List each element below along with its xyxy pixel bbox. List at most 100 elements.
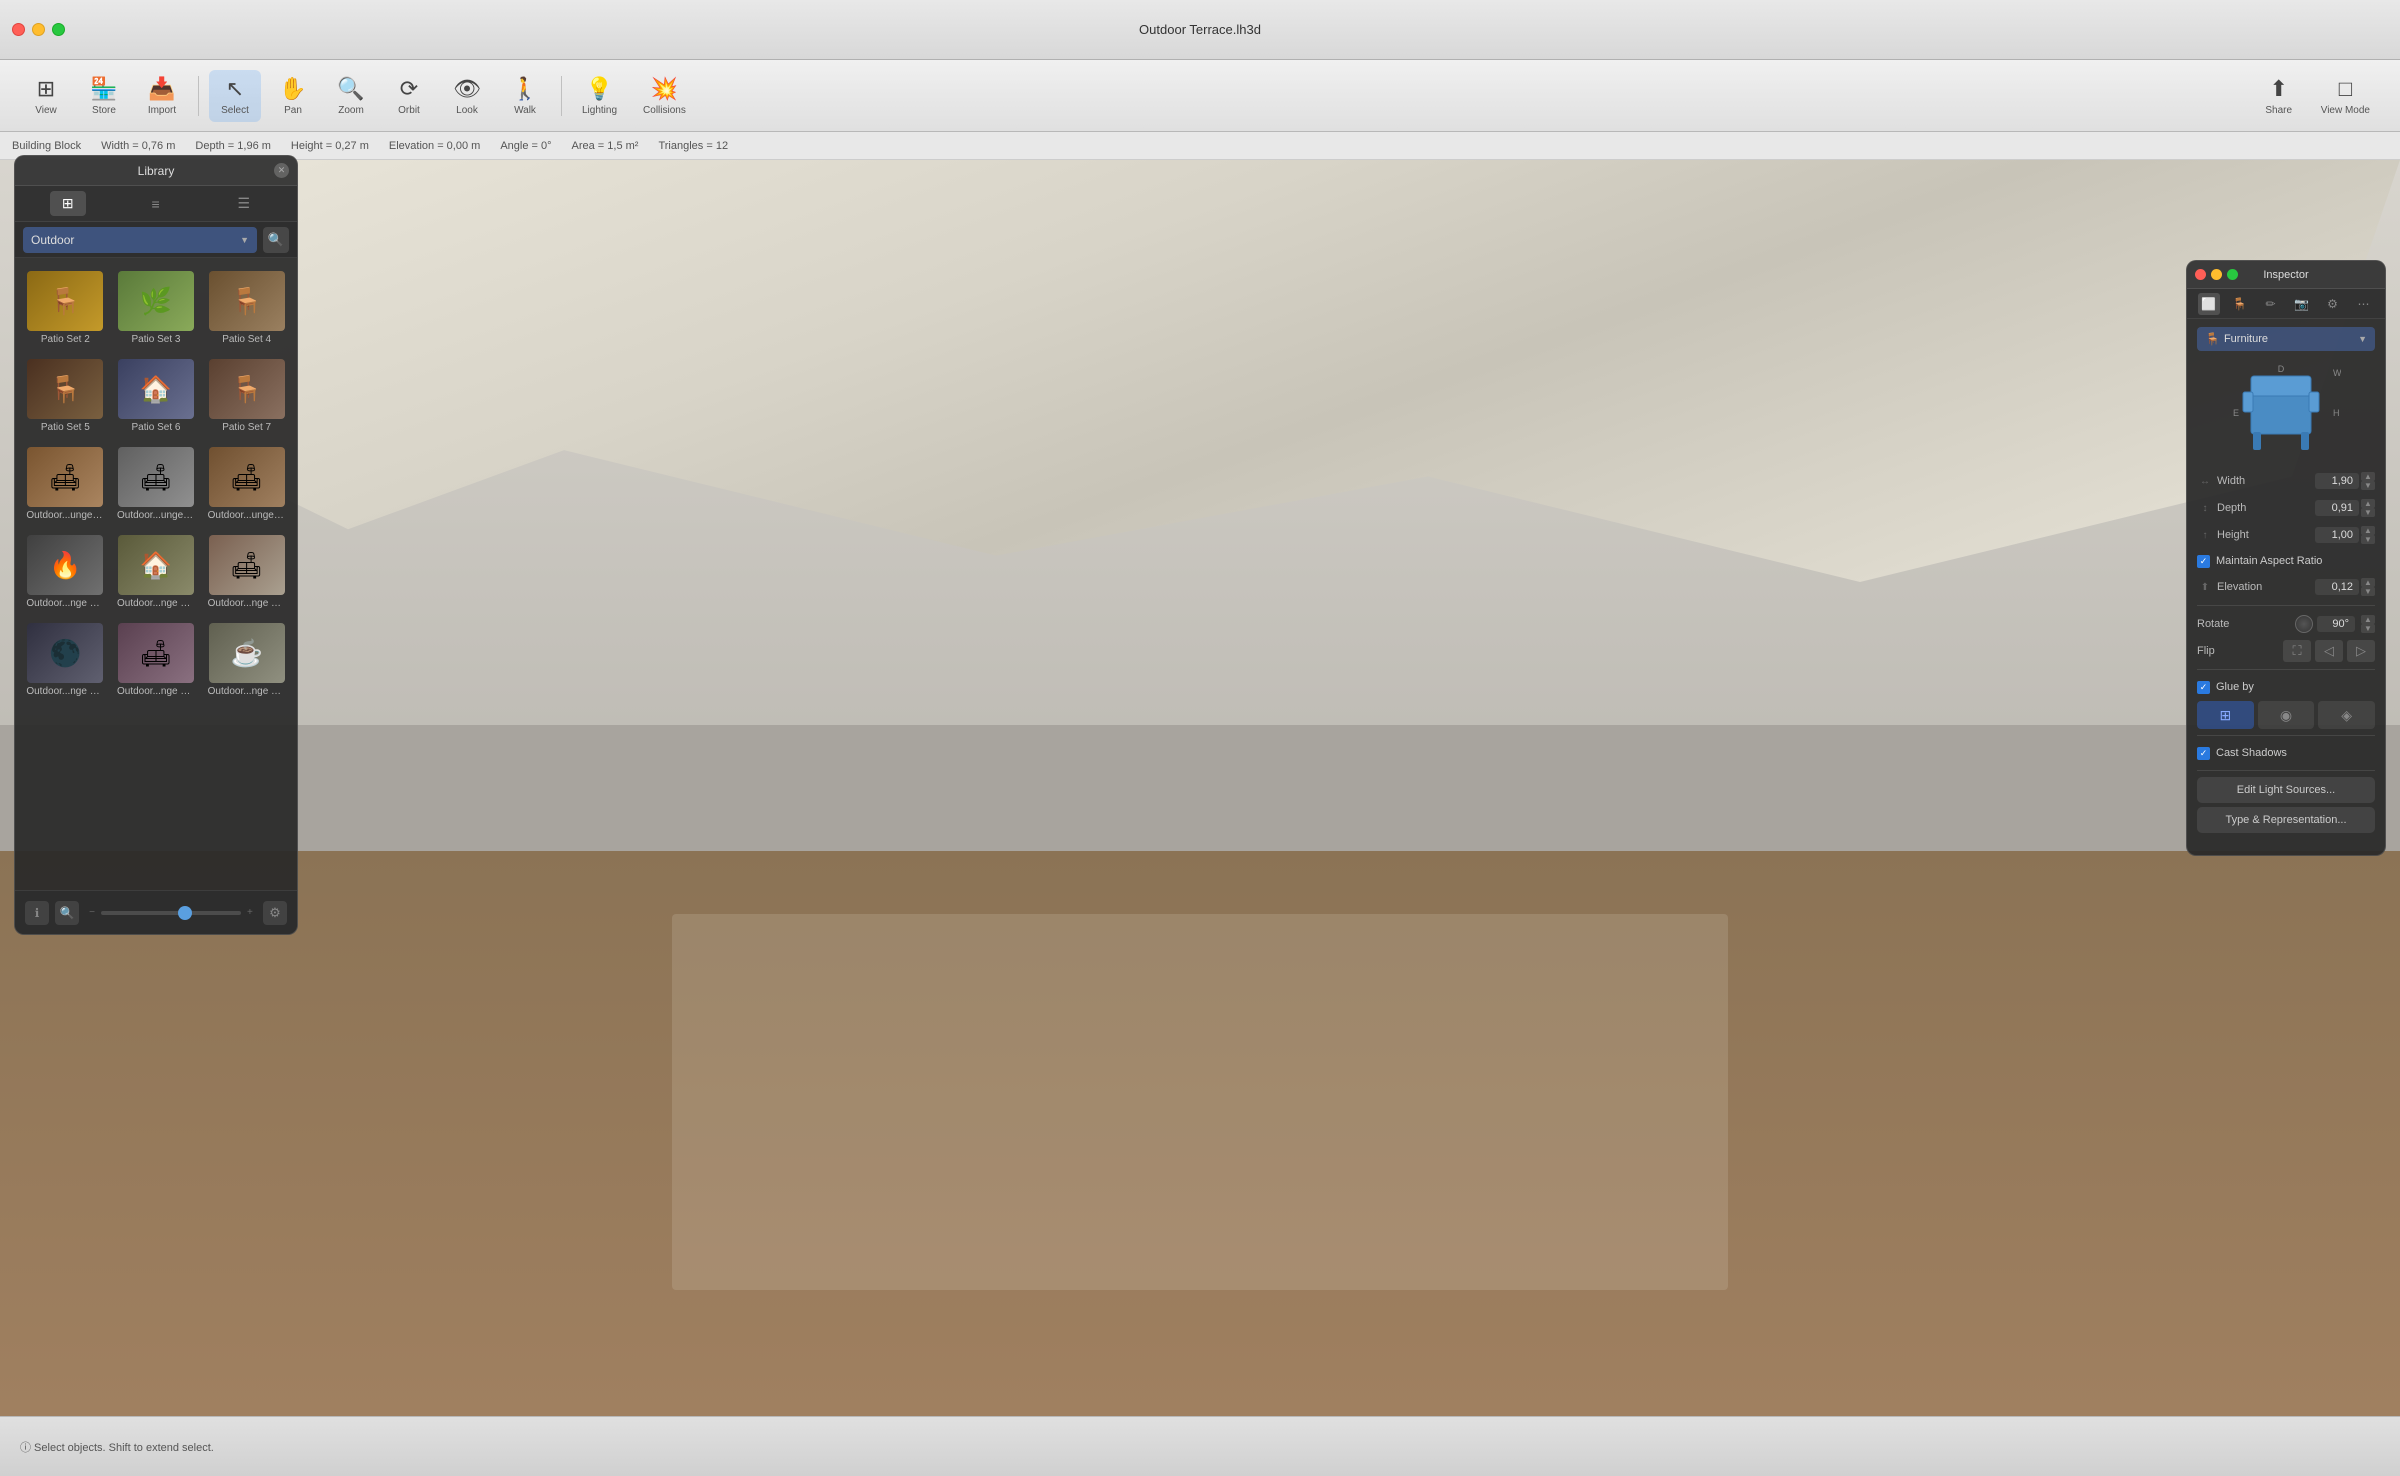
main-viewport[interactable] bbox=[0, 160, 2400, 1416]
library-item-thumb-patio5: 🪑 bbox=[27, 359, 103, 419]
toolbar-select[interactable]: ↖ Select bbox=[209, 70, 261, 122]
toolbar-share[interactable]: ⬆ Share bbox=[2253, 70, 2305, 122]
inspector-tab-object[interactable]: ⬜ bbox=[2198, 293, 2220, 315]
height-decrement[interactable]: ▼ bbox=[2361, 535, 2375, 544]
inspector-width-row: ↔ Width 1,90 ▲ ▼ bbox=[2197, 469, 2375, 493]
cast-shadows-checkbox[interactable]: ✓ bbox=[2197, 747, 2210, 760]
inspector-tl-red[interactable] bbox=[2195, 269, 2206, 280]
depth-increment[interactable]: ▲ bbox=[2361, 499, 2375, 508]
library-item-lounge3[interactable]: 🛋 Outdoor...unge Set 3 bbox=[204, 442, 289, 524]
library-item-lounge7[interactable]: 🌑 Outdoor...nge Set 7 bbox=[23, 618, 108, 700]
rotate-value[interactable]: 90° bbox=[2317, 616, 2355, 632]
select-icon: ↖ bbox=[226, 76, 244, 102]
flip-horizontal-button[interactable]: ⛶ bbox=[2283, 640, 2311, 662]
depth-value[interactable]: 0,91 bbox=[2315, 500, 2359, 516]
toolbar-lighting[interactable]: 💡 Lighting bbox=[572, 70, 627, 122]
width-value[interactable]: 1,90 bbox=[2315, 473, 2359, 489]
library-item-lounge1[interactable]: 🛋 Outdoor...unge Set 1 bbox=[23, 442, 108, 524]
toolbar-collisions[interactable]: 💥 Collisions bbox=[633, 70, 696, 122]
library-slider-thumb[interactable] bbox=[178, 906, 192, 920]
toolbar-pan[interactable]: ✋ Pan bbox=[267, 70, 319, 122]
rotate-decrement[interactable]: ▼ bbox=[2361, 624, 2375, 633]
inspector-tab-edit[interactable]: ✏ bbox=[2260, 293, 2282, 315]
inspector-traffic-lights bbox=[2195, 269, 2238, 280]
dim-d-label: D bbox=[2278, 364, 2285, 374]
toolbar-viewmode[interactable]: □ View Mode bbox=[2311, 70, 2380, 122]
toolbar-import[interactable]: 📥 Import bbox=[136, 70, 188, 122]
rotate-increment[interactable]: ▲ bbox=[2361, 615, 2375, 624]
minimize-button[interactable] bbox=[32, 23, 45, 36]
toolbar-zoom[interactable]: 🔍 Zoom bbox=[325, 70, 377, 122]
edit-light-sources-button[interactable]: Edit Light Sources... bbox=[2197, 777, 2375, 803]
library-item-lounge5[interactable]: 🏠 Outdoor...nge Set 5 bbox=[114, 530, 199, 612]
library-bottom-btn-2[interactable]: 🔍 bbox=[55, 901, 79, 925]
width-label: Width bbox=[2217, 475, 2315, 487]
library-item-patio5[interactable]: 🪑 Patio Set 5 bbox=[23, 354, 108, 436]
library-slider-row: − + bbox=[79, 907, 263, 918]
edit-light-sources-label: Edit Light Sources... bbox=[2237, 784, 2335, 796]
toolbar-walk[interactable]: 🚶 Walk bbox=[499, 70, 551, 122]
library-tab-detail[interactable]: ☰ bbox=[226, 191, 263, 216]
flip-left-button[interactable]: ◁ bbox=[2315, 640, 2343, 662]
rotate-label: Rotate bbox=[2197, 618, 2291, 630]
library-item-label-lounge9: Outdoor...nge Set 9 bbox=[208, 686, 286, 697]
height-increment[interactable]: ▲ bbox=[2361, 526, 2375, 535]
library-close-button[interactable]: ✕ bbox=[274, 163, 289, 178]
glue-wall-button[interactable]: ◉ bbox=[2258, 701, 2315, 729]
library-bottom-btn-1[interactable]: ℹ bbox=[25, 901, 49, 925]
glue-by-checkbox[interactable]: ✓ bbox=[2197, 681, 2210, 694]
width-increment[interactable]: ▲ bbox=[2361, 472, 2375, 481]
library-item-lounge4[interactable]: 🔥 Outdoor...nge Set 4 bbox=[23, 530, 108, 612]
library-item-lounge6[interactable]: 🛋 Outdoor...nge Set 6 bbox=[204, 530, 289, 612]
library-item-patio6[interactable]: 🏠 Patio Set 6 bbox=[114, 354, 199, 436]
library-item-thumb-lounge1: 🛋 bbox=[27, 447, 103, 507]
height-value[interactable]: 1,00 bbox=[2315, 527, 2359, 543]
rotate-stepper: ▲ ▼ bbox=[2361, 615, 2375, 633]
library-item-patio3[interactable]: 🌿 Patio Set 3 bbox=[114, 266, 199, 348]
type-representation-button[interactable]: Type & Representation... bbox=[2197, 807, 2375, 833]
maximize-button[interactable] bbox=[52, 23, 65, 36]
glue-floor-button[interactable]: ⊞ bbox=[2197, 701, 2254, 729]
library-settings-button[interactable]: ⚙ bbox=[263, 901, 287, 925]
inspector-tl-yellow[interactable] bbox=[2211, 269, 2222, 280]
library-item-lounge8[interactable]: 🛋 Outdoor...nge Set 8 bbox=[114, 618, 199, 700]
library-category-dropdown[interactable]: Outdoor ▼ bbox=[23, 227, 257, 253]
elevation-increment[interactable]: ▲ bbox=[2361, 578, 2375, 587]
inspector-tab-material[interactable]: 🪑 bbox=[2229, 293, 2251, 315]
inspector-furniture-dropdown[interactable]: 🪑 Furniture ▼ bbox=[2197, 327, 2375, 351]
inspector-tab-settings[interactable]: ⚙ bbox=[2322, 293, 2344, 315]
inspector-panel: Inspector ⬜ 🪑 ✏ 📷 ⚙ ⋯ 🪑 Furniture ▼ D W … bbox=[2186, 260, 2386, 856]
library-size-slider[interactable] bbox=[101, 911, 241, 915]
library-item-lounge2[interactable]: 🛋 Outdoor...unge Set 2 bbox=[114, 442, 199, 524]
width-decrement[interactable]: ▼ bbox=[2361, 481, 2375, 490]
glue-ceiling-button[interactable]: ◈ bbox=[2318, 701, 2375, 729]
info-triangles: Triangles = 12 bbox=[658, 140, 728, 152]
inspector-divider-2 bbox=[2197, 669, 2375, 670]
library-tab-grid[interactable]: ⊞ bbox=[50, 191, 86, 216]
toolbar-view[interactable]: ⊞ View bbox=[20, 70, 72, 122]
library-item-patio4[interactable]: 🪑 Patio Set 4 bbox=[204, 266, 289, 348]
flip-right-button[interactable]: ▷ bbox=[2347, 640, 2375, 662]
traffic-lights bbox=[12, 23, 65, 36]
inspector-tab-more[interactable]: ⋯ bbox=[2353, 293, 2375, 315]
library-item-label-lounge8: Outdoor...nge Set 8 bbox=[117, 686, 195, 697]
depth-label: Depth bbox=[2217, 502, 2315, 514]
toolbar-store[interactable]: 🏪 Store bbox=[78, 70, 130, 122]
library-tab-list[interactable]: ≡ bbox=[140, 192, 172, 216]
library-item-patio2[interactable]: 🪑 Patio Set 2 bbox=[23, 266, 108, 348]
depth-decrement[interactable]: ▼ bbox=[2361, 508, 2375, 517]
toolbar-orbit[interactable]: ⟳ Orbit bbox=[383, 70, 435, 122]
library-item-patio7[interactable]: 🪑 Patio Set 7 bbox=[204, 354, 289, 436]
library-search-button[interactable]: 🔍 bbox=[263, 227, 289, 253]
library-category-label: Outdoor bbox=[31, 233, 74, 247]
maintain-aspect-ratio-label: Maintain Aspect Ratio bbox=[2216, 555, 2322, 567]
elevation-decrement[interactable]: ▼ bbox=[2361, 587, 2375, 596]
rotate-knob[interactable] bbox=[2295, 615, 2313, 633]
elevation-value[interactable]: 0,12 bbox=[2315, 579, 2359, 595]
close-button[interactable] bbox=[12, 23, 25, 36]
library-item-lounge9[interactable]: ☕ Outdoor...nge Set 9 bbox=[204, 618, 289, 700]
inspector-tl-green[interactable] bbox=[2227, 269, 2238, 280]
toolbar-look[interactable]: 👁 Look bbox=[441, 70, 493, 122]
maintain-aspect-ratio-checkbox[interactable]: ✓ bbox=[2197, 555, 2210, 568]
inspector-tab-camera[interactable]: 📷 bbox=[2291, 293, 2313, 315]
